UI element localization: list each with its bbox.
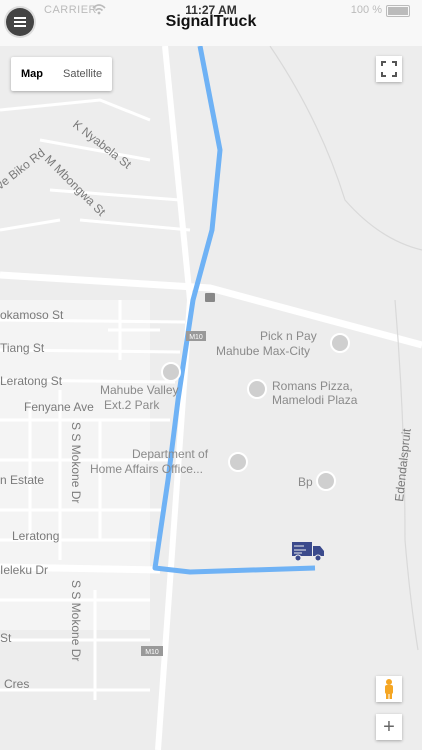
street-label-mokone-1: S S Mokone Dr bbox=[69, 422, 83, 503]
poi-mahube-line2: Ext.2 Park bbox=[104, 398, 160, 412]
street-label-leratong: Leratong St bbox=[0, 374, 63, 388]
street-label-cres: Cres bbox=[4, 677, 29, 691]
menu-icon-bar bbox=[14, 21, 26, 23]
poi-picknpay-line1: Pick n Pay bbox=[260, 329, 317, 343]
road-shield-m10-b: M10 bbox=[145, 649, 159, 656]
map-view[interactable]: M10 M10 K Nyabela St ve Biko Rd M Mbongw… bbox=[0, 46, 422, 750]
poi-home-affairs-line2: Home Affairs Office... bbox=[90, 462, 203, 476]
pegman-icon bbox=[385, 679, 393, 699]
poi-home-affairs-line1: Department of bbox=[132, 447, 209, 461]
map-type-satellite-button[interactable]: Satellite bbox=[53, 57, 112, 91]
street-label-fenyane: Fenyane Ave bbox=[24, 400, 94, 414]
map-canvas: M10 M10 K Nyabela St ve Biko Rd M Mbongw… bbox=[0, 46, 422, 750]
street-view-button[interactable] bbox=[376, 676, 402, 702]
street-label-leratong-2: Leratong bbox=[12, 529, 59, 543]
street-label-okamoso: okamoso St bbox=[0, 308, 64, 322]
street-label-mokone-2: S S Mokone Dr bbox=[69, 580, 83, 661]
poi-romans-line1: Romans Pizza, bbox=[272, 379, 353, 393]
map-type-control: Map Satellite bbox=[11, 57, 113, 91]
nav-bar: SignalTruck bbox=[0, 13, 422, 47]
zoom-in-button[interactable]: + bbox=[376, 714, 402, 740]
poi-bp-label: Bp bbox=[298, 475, 313, 489]
poi-mahube-line1: Mahube Valley bbox=[100, 383, 179, 397]
fullscreen-icon bbox=[381, 61, 397, 77]
street-label-st: St bbox=[0, 631, 12, 645]
poi-picknpay-line2: Mahube Max-City bbox=[216, 344, 310, 358]
menu-button[interactable] bbox=[6, 8, 34, 36]
fullscreen-button[interactable] bbox=[376, 56, 402, 82]
street-label-ieleku: Ieleku Dr bbox=[0, 563, 48, 577]
menu-icon bbox=[14, 17, 26, 19]
poi-romans-line2: Mamelodi Plaza bbox=[272, 393, 358, 407]
app-title: SignalTruck bbox=[165, 13, 257, 30]
map-type-map-button[interactable]: Map bbox=[11, 57, 53, 91]
road-shield-m10-a: M10 bbox=[189, 334, 203, 341]
menu-icon-bar bbox=[14, 25, 26, 27]
street-label-tiang: Tiang St bbox=[0, 341, 45, 355]
street-label-estate: n Estate bbox=[0, 473, 44, 487]
